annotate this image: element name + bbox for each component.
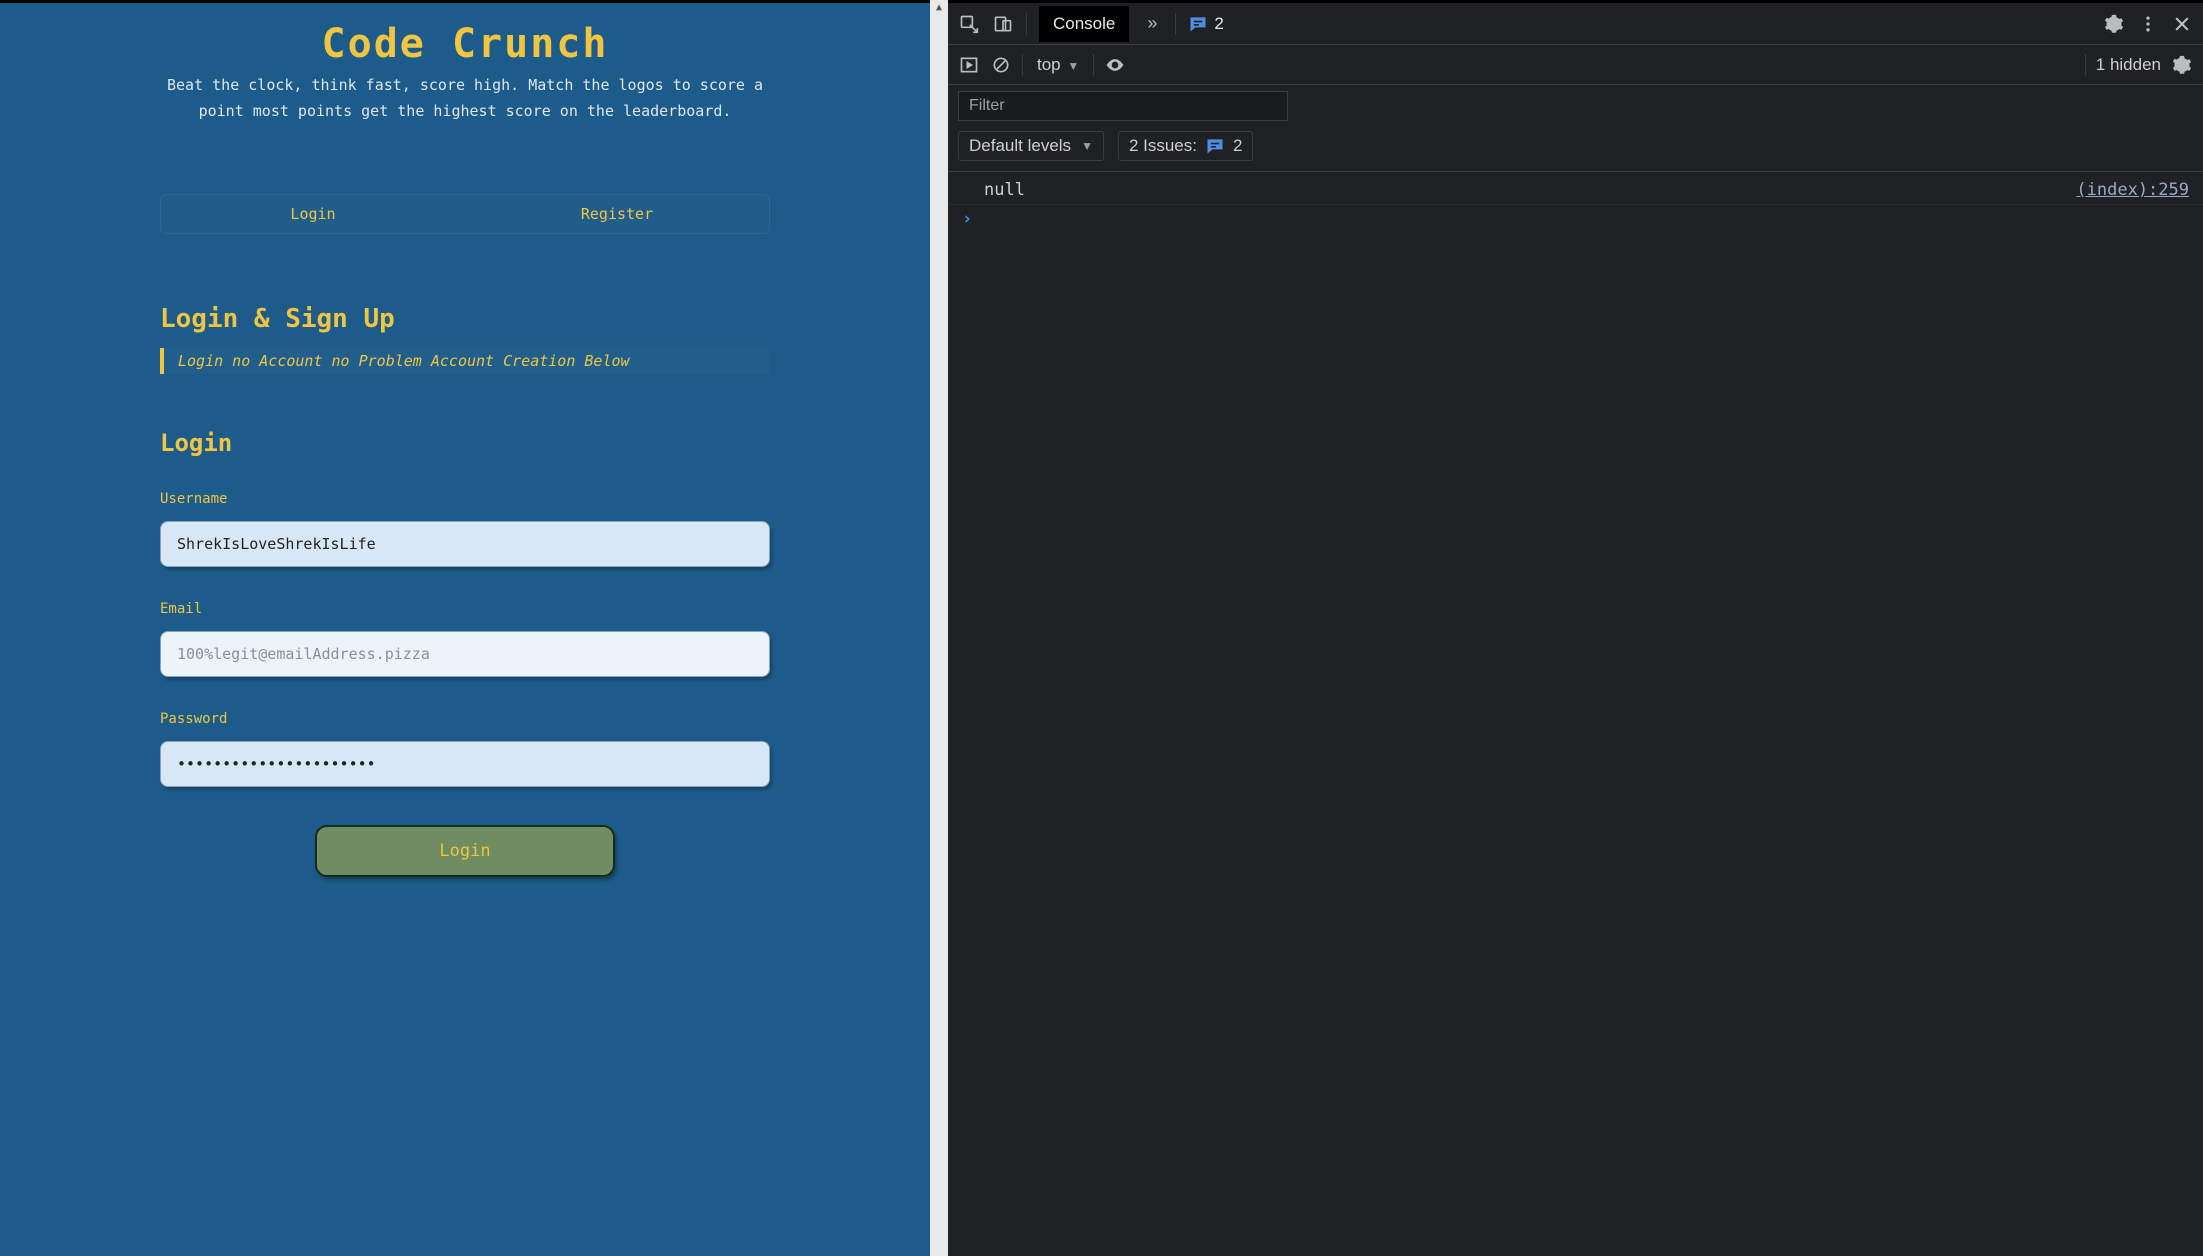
app-content: Code Crunch Beat the clock, think fast, … xyxy=(140,3,790,917)
label-username: Username xyxy=(160,491,770,507)
section-quote: Login no Account no Problem Account Crea… xyxy=(160,348,770,374)
field-email: Email xyxy=(160,601,770,677)
close-devtools-icon[interactable] xyxy=(2171,13,2193,35)
hidden-messages[interactable]: 1 hidden xyxy=(2096,55,2161,75)
context-selector[interactable]: top ▼ xyxy=(1033,53,1083,77)
app-viewport: Code Crunch Beat the clock, think fast, … xyxy=(0,0,930,1256)
input-username[interactable] xyxy=(160,521,770,567)
chat-bubble-icon xyxy=(1188,14,1208,34)
login-button[interactable]: Login xyxy=(315,825,615,877)
issues-badge-count: 2 xyxy=(1214,14,1223,34)
tab-login[interactable]: Login xyxy=(161,195,465,233)
log-levels-dropdown[interactable]: Default levels ▼ xyxy=(958,131,1104,161)
console-prompt[interactable]: › xyxy=(948,205,2203,233)
divider xyxy=(1026,13,1027,35)
tab-register[interactable]: Register xyxy=(465,195,769,233)
inspect-element-icon[interactable] xyxy=(958,13,980,35)
play-log-icon[interactable] xyxy=(958,54,980,76)
input-email[interactable] xyxy=(160,631,770,677)
label-password: Password xyxy=(160,711,770,727)
live-expression-eye-icon[interactable] xyxy=(1104,54,1126,76)
divider xyxy=(1093,54,1094,76)
more-tabs-icon[interactable]: » xyxy=(1141,13,1163,35)
section-heading: Login & Sign Up xyxy=(160,304,770,334)
console-filterbar: Default levels ▼ 2 Issues: 2 xyxy=(948,85,2203,172)
log-message: null xyxy=(984,180,1025,200)
chevron-down-icon: ▼ xyxy=(1067,59,1079,73)
chat-bubble-icon xyxy=(1205,136,1225,156)
clear-console-icon[interactable] xyxy=(990,54,1012,76)
app-title: Code Crunch xyxy=(160,21,770,67)
field-password: Password xyxy=(160,711,770,787)
tab-console[interactable]: Console xyxy=(1039,6,1129,42)
issues-label: 2 Issues: xyxy=(1129,136,1197,156)
auth-tabs: Login Register xyxy=(160,194,770,234)
issues-button[interactable]: 2 Issues: 2 xyxy=(1118,131,1254,161)
label-email: Email xyxy=(160,601,770,617)
login-form-heading: Login xyxy=(160,429,770,457)
divider xyxy=(1022,54,1023,76)
log-source-link[interactable]: (index):259 xyxy=(2076,180,2189,200)
app-tagline: Beat the clock, think fast, score high. … xyxy=(160,73,770,124)
console-log-line: null (index):259 xyxy=(948,178,2203,205)
page-scrollbar[interactable]: ▲ xyxy=(930,0,948,1256)
divider xyxy=(1175,13,1176,35)
kebab-menu-icon[interactable] xyxy=(2137,13,2159,35)
input-password[interactable] xyxy=(160,741,770,787)
log-levels-label: Default levels xyxy=(969,136,1071,156)
settings-gear-icon[interactable] xyxy=(2103,13,2125,35)
console-filter-input[interactable] xyxy=(958,91,1288,121)
scroll-up-arrow-icon[interactable]: ▲ xyxy=(930,0,948,16)
issues-badge[interactable]: 2 xyxy=(1188,14,1223,34)
console-output: null (index):259 › xyxy=(948,172,2203,1256)
console-settings-gear-icon[interactable] xyxy=(2171,54,2193,76)
issues-count: 2 xyxy=(1233,136,1242,156)
field-username: Username xyxy=(160,491,770,567)
context-selector-value: top xyxy=(1037,55,1061,74)
divider xyxy=(2085,54,2086,76)
console-toolbar: top ▼ 1 hidden xyxy=(948,45,2203,85)
devtools-panel: Console » 2 top ▼ xyxy=(948,0,2203,1256)
devtools-tabbar: Console » 2 xyxy=(948,3,2203,45)
device-toolbar-icon[interactable] xyxy=(992,13,1014,35)
chevron-down-icon: ▼ xyxy=(1081,139,1093,153)
